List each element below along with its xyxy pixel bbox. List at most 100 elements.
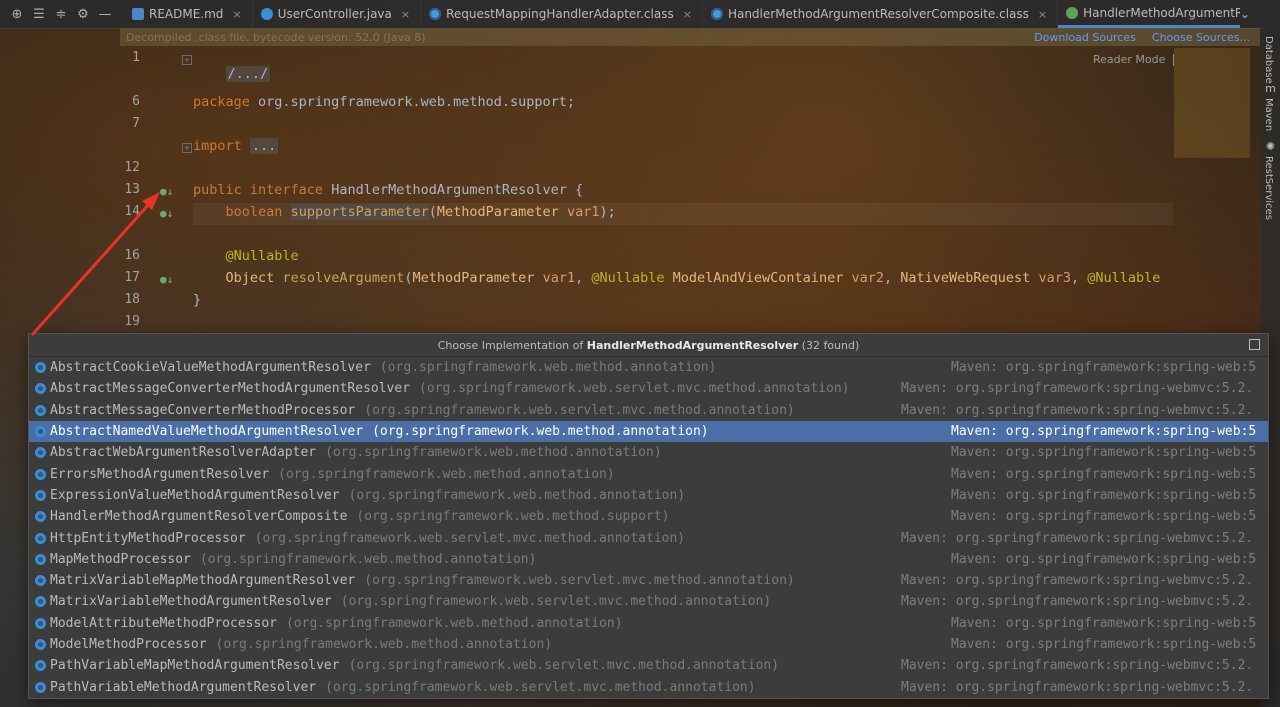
tab-menu: ⌄ — [1240, 7, 1280, 21]
maven-icon[interactable]: m — [1264, 82, 1277, 95]
implementation-row[interactable]: PathVariableMethodArgumentResolver (org.s… — [29, 676, 1268, 697]
class-name: AbstractWebArgumentResolverAdapter — [50, 445, 317, 461]
class-name: ExpressionValueMethodArgumentResolver — [50, 487, 340, 503]
closing-brace: } — [193, 292, 202, 308]
class-icon — [35, 617, 46, 629]
implementation-row[interactable]: MapMethodProcessor (org.springframework.w… — [29, 549, 1268, 570]
close-icon[interactable]: × — [232, 8, 241, 21]
close-icon[interactable]: × — [683, 8, 692, 21]
param-name: var1 — [542, 270, 576, 286]
pin-icon[interactable] — [1249, 339, 1260, 350]
code-editor[interactable]: /.../ package org.springframework.web.me… — [193, 46, 1173, 336]
decompiled-notice-bar: Decompiled .class file, bytecode version… — [120, 28, 1260, 46]
minimize-icon[interactable]: — — [94, 3, 116, 25]
package-name: (org.springframework.web.servlet.mvc.met… — [419, 381, 850, 397]
restservices-tool-tab[interactable]: RestServices — [1263, 156, 1274, 220]
code-line-7: import ... — [193, 138, 279, 154]
implementation-row[interactable]: ErrorsMethodArgumentResolver (org.springf… — [29, 463, 1268, 484]
database-tool-tab[interactable]: Database — [1263, 36, 1274, 84]
maven-artifact: Maven: org.springframework:spring-web:5 — [951, 360, 1257, 376]
annotation: @Nullable — [591, 270, 665, 286]
package-name: (org.springframework.web.method.support) — [356, 509, 670, 525]
code-line-6: package org.springframework.web.method.s… — [193, 94, 575, 110]
class-name: MatrixVariableMapMethodArgumentResolver — [50, 573, 356, 589]
interface-icon — [1066, 6, 1079, 19]
expand-all-icon[interactable]: ☰ — [28, 3, 50, 25]
choose-sources-link[interactable]: Choose Sources... — [1152, 31, 1250, 44]
code-line-14: boolean supportsParameter(MethodParamete… — [193, 204, 616, 220]
editor-tabs: README.md × UserController.java × RequestMap… — [124, 0, 1240, 28]
implementation-row[interactable]: ModelMethodProcessor (org.springframework… — [29, 634, 1268, 655]
line-number: 7 — [132, 116, 140, 131]
code-minimap[interactable] — [1174, 48, 1250, 158]
download-sources-link[interactable]: Download Sources — [1034, 31, 1136, 44]
interface-keyword: interface — [241, 182, 324, 198]
target-icon[interactable]: ⊕ — [6, 3, 28, 25]
reader-mode-toggle[interactable]: Reader Mode — [1093, 53, 1174, 66]
collapse-all-icon[interactable]: ≑ — [50, 3, 72, 25]
annotation: @Nullable — [225, 248, 299, 264]
editor-gutter: 1 6 7 12 13 14 16 17 18 19 ●↓ ●↓ ●↓ + + — [112, 46, 192, 336]
import-fold[interactable]: ... — [249, 138, 279, 154]
tab-0[interactable]: README.md × — [124, 0, 253, 28]
toolbar-icons: ⊕ ☰ ≑ ⚙ — — [0, 3, 124, 25]
class-name: MapMethodProcessor — [50, 551, 191, 567]
tab-3[interactable]: HandlerMethodArgumentResolverComposite.c… — [703, 0, 1059, 28]
line-number: 16 — [124, 248, 140, 263]
param-type: NativeWebRequest — [900, 270, 1031, 286]
gear-icon[interactable]: ⚙ — [72, 3, 94, 25]
class-icon — [35, 532, 46, 544]
implementation-row[interactable]: AbstractMessageConverterMethodProcessor (… — [29, 400, 1268, 421]
maven-artifact: Maven: org.springframework:spring-web:5 — [951, 637, 1257, 652]
tab-2[interactable]: RequestMappingHandlerAdapter.class × — [421, 0, 703, 28]
fold-icon[interactable]: + — [182, 55, 192, 65]
annotation: @Nullable — [1087, 270, 1161, 286]
implemented-marker-icon[interactable]: ●↓ — [160, 185, 173, 198]
tab-label: HandlerMethodArgumentResolverComposite.c… — [727, 7, 1029, 21]
line-number: 19 — [124, 314, 140, 329]
package-name: org.springframework.web.method.support; — [249, 94, 576, 110]
implementation-row[interactable]: ModelAttributeMethodProcessor (org.spring… — [29, 613, 1268, 634]
maven-tool-tab[interactable]: Maven — [1263, 98, 1274, 131]
package-name: (org.springframework.web.method.annotati… — [278, 466, 615, 482]
implementation-row[interactable]: AbstractMessageConverterMethodArgumentRe… — [29, 378, 1268, 399]
folded-comment[interactable]: /.../ — [225, 66, 271, 82]
choose-implementation-popup[interactable]: Choose Implementation of HandlerMethodAr… — [28, 333, 1269, 699]
chevron-down-icon[interactable]: ⌄ — [1240, 7, 1250, 21]
maven-artifact: Maven: org.springframework:spring-web:5 — [951, 551, 1257, 567]
implementation-row[interactable]: AbstractWebArgumentResolverAdapter (org.s… — [29, 442, 1268, 463]
tab-label: HandlerMethodArgumentResolver.class — [1083, 5, 1240, 20]
tab-label: README.md — [149, 7, 224, 21]
package-name: (org.springframework.web.method.annotati… — [348, 487, 686, 503]
line-number: 1 — [132, 50, 140, 65]
popup-title-interface: HandlerMethodArgumentResolver — [586, 338, 799, 352]
popup-title: Choose Implementation of HandlerMethodAr… — [438, 339, 860, 352]
implementation-row[interactable]: MatrixVariableMapMethodArgumentResolver (… — [29, 570, 1268, 591]
implementation-row[interactable]: HandlerMethodArgumentResolverComposite (o… — [29, 506, 1268, 527]
restservices-icon[interactable]: ✺ — [1264, 140, 1277, 153]
markdown-file-icon — [132, 8, 144, 20]
implementation-row[interactable]: AbstractNamedValueMethodArgumentResolver… — [29, 420, 1268, 443]
fold-icon[interactable]: + — [182, 143, 192, 153]
close-icon[interactable]: × — [1038, 8, 1047, 21]
implemented-marker-icon[interactable]: ●↓ — [160, 207, 173, 220]
implementation-row[interactable]: ExpressionValueMethodArgumentResolver (or… — [29, 485, 1268, 506]
line-number: 12 — [124, 160, 140, 175]
maven-artifact: Maven: org.springframework:spring-web:5 — [951, 509, 1257, 525]
maven-artifact: Maven: org.springframework:spring-webmvc… — [901, 679, 1254, 695]
implementation-row[interactable]: HttpEntityMethodProcessor (org.springfram… — [29, 527, 1268, 548]
class-icon — [35, 511, 46, 523]
line-number: 14 — [124, 204, 140, 219]
implementation-row[interactable]: MatrixVariableMethodArgumentResolver (org… — [29, 591, 1268, 612]
package-name: (org.springframework.web.method.annotati… — [372, 424, 709, 440]
implemented-marker-icon[interactable]: ●↓ — [160, 273, 173, 286]
implementation-row[interactable]: AbstractCookieValueMethodArgumentResolve… — [29, 357, 1268, 378]
code-line-1: /.../ — [193, 50, 271, 98]
close-icon[interactable]: × — [401, 8, 410, 21]
popup-header: Choose Implementation of HandlerMethodAr… — [29, 334, 1268, 357]
class-name: PathVariableMethodArgumentResolver — [50, 679, 317, 695]
param-type: MethodParameter — [412, 270, 535, 286]
implementation-row[interactable]: PathVariableMapMethodArgumentResolver (or… — [29, 655, 1268, 676]
tab-4[interactable]: HandlerMethodArgumentResolver.class× — [1058, 0, 1240, 28]
tab-1[interactable]: UserController.java × — [253, 0, 422, 28]
